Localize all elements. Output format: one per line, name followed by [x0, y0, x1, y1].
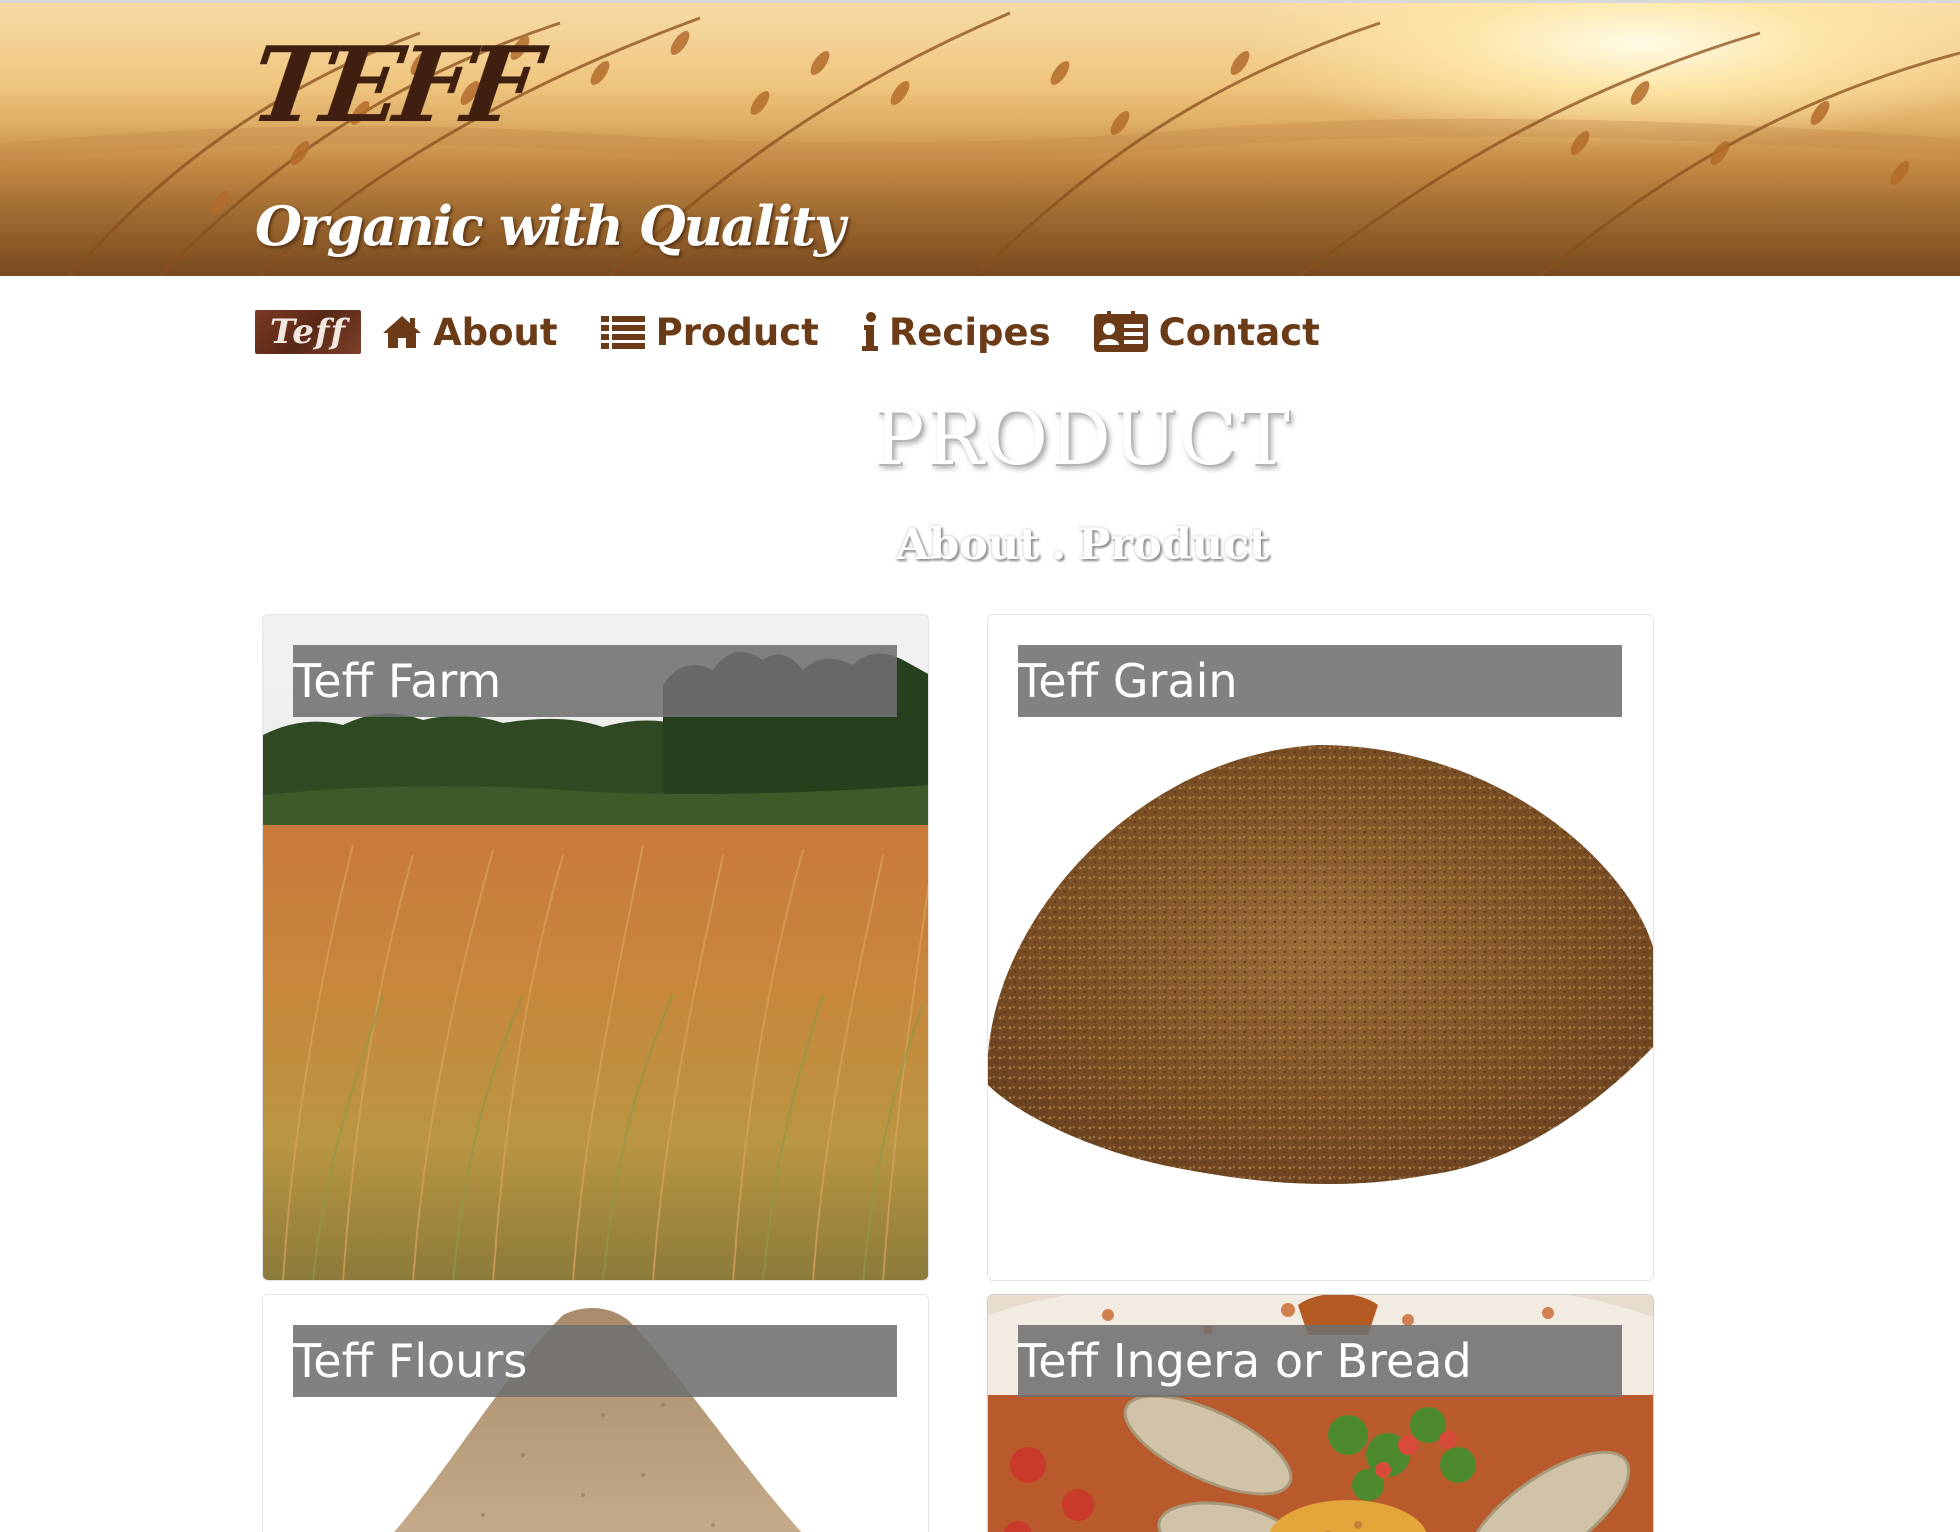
- product-card-title: Teff Ingera or Bread: [1018, 1334, 1472, 1388]
- main-nav: Teff About Product Recipes Contact: [255, 306, 1362, 358]
- nav-item-product[interactable]: Product: [600, 311, 819, 354]
- nav-logo-text: Teff: [269, 312, 347, 352]
- info-icon: [861, 312, 879, 352]
- nav-item-contact[interactable]: Contact: [1093, 311, 1320, 354]
- nav-item-label: Contact: [1158, 310, 1320, 354]
- product-card-title: Teff Farm: [293, 654, 502, 708]
- breadcrumb: About. Product: [0, 524, 1960, 567]
- page: TEFF Organic with Quality Teff About Pro…: [0, 0, 1960, 1532]
- contact-card-icon: [1093, 311, 1149, 353]
- nav-item-label: About: [433, 310, 558, 354]
- nav-item-about[interactable]: About: [381, 311, 558, 354]
- product-card-teff-flours[interactable]: Teff Flours: [262, 1294, 929, 1532]
- product-card-teff-farm[interactable]: Teff Farm: [262, 614, 929, 1281]
- list-icon: [600, 314, 646, 350]
- site-tagline: Organic with Quality: [255, 194, 845, 258]
- nav-item-recipes[interactable]: Recipes: [861, 311, 1051, 354]
- product-card-label: Teff Farm: [293, 645, 897, 717]
- hero-banner: TEFF Organic with Quality: [0, 3, 1960, 276]
- breadcrumb-separator: .: [1051, 520, 1067, 570]
- nav-item-label: Recipes: [888, 310, 1051, 354]
- product-card-title: Teff Grain: [1018, 654, 1238, 708]
- product-card-label: Teff Ingera or Bread: [1018, 1325, 1622, 1397]
- product-card-title: Teff Flours: [293, 1334, 528, 1388]
- page-title: PRODUCT: [873, 393, 1292, 482]
- breadcrumb-parent[interactable]: About: [896, 520, 1039, 570]
- nav-item-label: Product: [655, 310, 819, 354]
- product-card-teff-injera[interactable]: Teff Ingera or Bread: [987, 1294, 1654, 1532]
- nav-logo[interactable]: Teff: [255, 310, 361, 354]
- product-card-label: Teff Grain: [1018, 645, 1622, 717]
- site-title: TEFF: [243, 23, 542, 146]
- product-card-teff-grain[interactable]: Teff Grain: [987, 614, 1654, 1281]
- product-card-label: Teff Flours: [293, 1325, 897, 1397]
- home-icon: [381, 314, 423, 350]
- breadcrumb-current: Product: [1078, 520, 1270, 570]
